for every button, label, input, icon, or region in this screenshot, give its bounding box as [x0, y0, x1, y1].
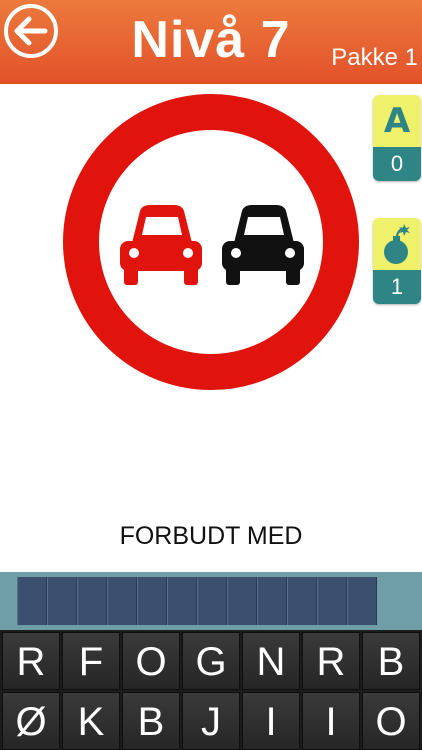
key-letter[interactable]: O: [362, 692, 420, 750]
key-letter[interactable]: B: [362, 632, 420, 690]
answer-bar: [0, 572, 422, 630]
key-letter[interactable]: R: [2, 632, 60, 690]
answer-slot[interactable]: [47, 577, 77, 625]
answer-slot[interactable]: [17, 577, 47, 625]
answer-slots: [17, 577, 377, 625]
no-overtaking-sign: [62, 93, 360, 391]
header-bar: Nivå 7 Pakke 1: [0, 0, 422, 84]
key-letter[interactable]: K: [62, 692, 120, 750]
clue-text: FORBUDT MED: [119, 522, 303, 550]
answer-slot[interactable]: [137, 577, 167, 625]
key-letter[interactable]: I: [302, 692, 360, 750]
answer-slot[interactable]: [257, 577, 287, 625]
key-letter[interactable]: Ø: [2, 692, 60, 750]
reveal-letter-count: 0: [373, 147, 421, 181]
answer-slot[interactable]: [167, 577, 197, 625]
bomb-count: 1: [373, 270, 421, 304]
answer-slot[interactable]: [287, 577, 317, 625]
letter-keyboard: RFOGNRBØKBJIIO: [0, 630, 422, 750]
key-letter[interactable]: J: [182, 692, 240, 750]
answer-slot[interactable]: [317, 577, 347, 625]
bomb-button[interactable]: 1: [373, 218, 421, 304]
pack-label: Pakke 1: [331, 44, 418, 71]
key-letter[interactable]: R: [302, 632, 360, 690]
key-letter[interactable]: N: [242, 632, 300, 690]
reveal-letter-button[interactable]: A 0: [373, 95, 421, 181]
answer-slot[interactable]: [227, 577, 257, 625]
letter-a-icon: A: [373, 95, 421, 147]
key-letter[interactable]: I: [242, 692, 300, 750]
answer-slot[interactable]: [347, 577, 377, 625]
answer-slot[interactable]: [197, 577, 227, 625]
key-letter[interactable]: B: [122, 692, 180, 750]
answer-slot[interactable]: [77, 577, 107, 625]
bomb-icon: [384, 224, 410, 264]
answer-slot[interactable]: [107, 577, 137, 625]
key-letter[interactable]: G: [182, 632, 240, 690]
key-letter[interactable]: F: [62, 632, 120, 690]
key-letter[interactable]: O: [122, 632, 180, 690]
